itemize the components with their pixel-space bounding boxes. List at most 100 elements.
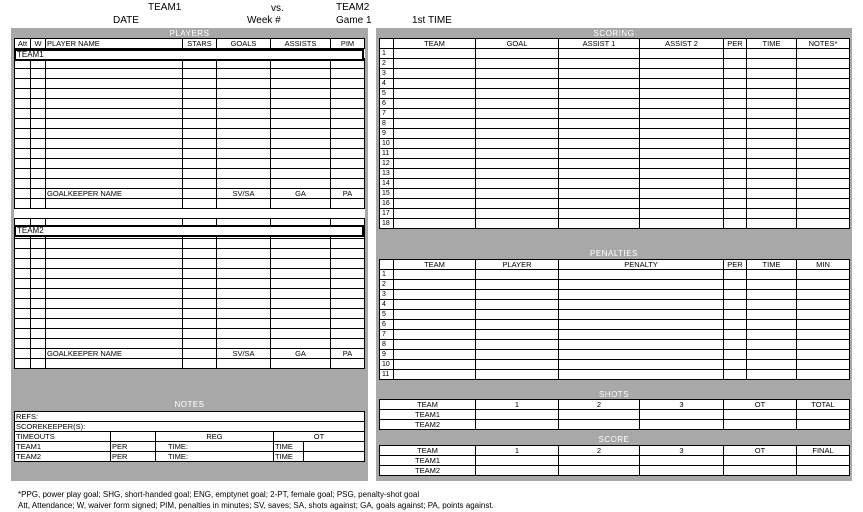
scoring-cell[interactable] xyxy=(796,48,850,59)
player-cell[interactable] xyxy=(30,238,46,249)
score-team2-final[interactable] xyxy=(796,465,850,476)
player-cell[interactable] xyxy=(45,168,183,179)
player-cell[interactable] xyxy=(270,108,331,119)
scoring-cell[interactable] xyxy=(558,88,640,99)
timeout-team2-time[interactable]: TIME: xyxy=(155,451,274,462)
penalty-cell[interactable] xyxy=(393,369,476,380)
penalty-cell[interactable] xyxy=(746,289,797,300)
player-cell[interactable] xyxy=(270,178,331,189)
penalty-cell[interactable] xyxy=(746,309,797,320)
penalty-cell[interactable] xyxy=(558,359,724,370)
scoring-cell[interactable] xyxy=(475,198,559,209)
scoring-cell[interactable] xyxy=(746,208,797,219)
player-cell[interactable] xyxy=(30,268,46,279)
scoring-cell[interactable] xyxy=(746,68,797,79)
player-cell[interactable] xyxy=(45,238,183,249)
penalty-cell[interactable] xyxy=(475,279,559,290)
score-team1-p3[interactable] xyxy=(639,455,724,466)
player-cell[interactable] xyxy=(14,298,31,309)
player-cell[interactable] xyxy=(182,198,217,209)
penalty-cell[interactable] xyxy=(558,349,724,360)
score-team1-ot[interactable] xyxy=(723,455,797,466)
player-cell[interactable] xyxy=(14,288,31,299)
player-cell[interactable] xyxy=(216,278,271,289)
penalty-cell[interactable] xyxy=(796,369,850,380)
penalty-cell[interactable] xyxy=(475,289,559,300)
timeout-team2-ot-time[interactable]: TIME xyxy=(273,451,304,462)
player-cell[interactable] xyxy=(216,108,271,119)
shots-team2-p3[interactable] xyxy=(639,419,724,430)
scoring-cell[interactable] xyxy=(558,218,640,229)
scoring-cell[interactable] xyxy=(558,188,640,199)
penalty-cell[interactable] xyxy=(558,289,724,300)
penalty-cell[interactable] xyxy=(558,279,724,290)
scoring-cell[interactable] xyxy=(746,58,797,69)
player-cell[interactable] xyxy=(216,248,271,259)
player-cell[interactable] xyxy=(330,88,365,99)
player-cell[interactable] xyxy=(14,198,31,209)
player-cell[interactable] xyxy=(182,158,217,169)
scoring-cell[interactable] xyxy=(639,88,724,99)
player-cell[interactable] xyxy=(45,118,183,129)
player-cell[interactable] xyxy=(182,168,217,179)
penalty-cell[interactable] xyxy=(475,329,559,340)
scoring-cell[interactable] xyxy=(639,148,724,159)
penalty-cell[interactable] xyxy=(796,339,850,350)
scoring-cell[interactable] xyxy=(746,158,797,169)
scoring-cell[interactable] xyxy=(393,138,476,149)
scoring-cell[interactable] xyxy=(639,178,724,189)
penalty-cell[interactable] xyxy=(746,349,797,360)
player-cell[interactable] xyxy=(182,68,217,79)
scoring-cell[interactable] xyxy=(796,198,850,209)
scoring-cell[interactable] xyxy=(796,208,850,219)
player-cell[interactable] xyxy=(14,158,31,169)
penalty-cell[interactable] xyxy=(723,289,747,300)
player-cell[interactable] xyxy=(216,318,271,329)
player-cell[interactable] xyxy=(330,138,365,149)
scoring-cell[interactable] xyxy=(723,48,747,59)
player-cell[interactable] xyxy=(270,288,331,299)
scoring-cell[interactable] xyxy=(723,78,747,89)
scoring-cell[interactable] xyxy=(393,78,476,89)
penalty-cell[interactable] xyxy=(558,299,724,310)
penalty-cell[interactable] xyxy=(475,349,559,360)
penalty-cell[interactable] xyxy=(746,269,797,280)
player-cell[interactable] xyxy=(45,278,183,289)
scoring-cell[interactable] xyxy=(393,188,476,199)
player-cell[interactable] xyxy=(270,248,331,259)
player-cell[interactable] xyxy=(330,68,365,79)
scoring-cell[interactable] xyxy=(723,138,747,149)
player-cell[interactable] xyxy=(45,308,183,319)
scoring-cell[interactable] xyxy=(746,48,797,59)
penalty-cell[interactable] xyxy=(558,269,724,280)
player-cell[interactable] xyxy=(14,258,31,269)
scoring-cell[interactable] xyxy=(746,178,797,189)
scoring-cell[interactable] xyxy=(475,78,559,89)
penalty-cell[interactable] xyxy=(475,299,559,310)
player-cell[interactable] xyxy=(182,258,217,269)
scoring-cell[interactable] xyxy=(796,218,850,229)
scoring-cell[interactable] xyxy=(558,48,640,59)
player-cell[interactable] xyxy=(30,288,46,299)
penalty-cell[interactable] xyxy=(475,269,559,280)
scoring-cell[interactable] xyxy=(639,198,724,209)
player-cell[interactable] xyxy=(182,248,217,259)
scoring-cell[interactable] xyxy=(558,118,640,129)
player-cell[interactable] xyxy=(270,158,331,169)
player-cell[interactable] xyxy=(30,78,46,89)
scoring-cell[interactable] xyxy=(475,58,559,69)
player-cell[interactable] xyxy=(30,338,46,349)
player-cell[interactable] xyxy=(182,318,217,329)
scoring-cell[interactable] xyxy=(475,48,559,59)
penalty-cell[interactable] xyxy=(558,329,724,340)
player-cell[interactable] xyxy=(182,358,217,369)
player-cell[interactable] xyxy=(330,98,365,109)
penalty-cell[interactable] xyxy=(723,309,747,320)
penalty-cell[interactable] xyxy=(746,369,797,380)
player-cell[interactable] xyxy=(216,238,271,249)
scoring-cell[interactable] xyxy=(558,168,640,179)
player-cell[interactable] xyxy=(14,138,31,149)
player-cell[interactable] xyxy=(216,168,271,179)
scoring-cell[interactable] xyxy=(393,88,476,99)
penalty-cell[interactable] xyxy=(393,359,476,370)
